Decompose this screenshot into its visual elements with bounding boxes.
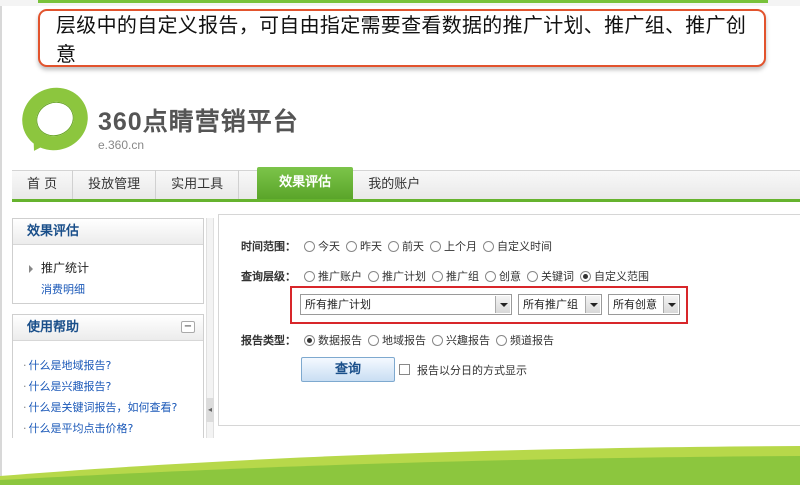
nav-my-account[interactable]: 我的账户 bbox=[353, 170, 435, 199]
nav-performance-eval[interactable]: 效果评估 bbox=[257, 167, 354, 199]
creative-select-value: 所有创意 bbox=[613, 298, 657, 311]
help-link-interest-report[interactable]: 什么是兴趣报告? bbox=[23, 376, 177, 397]
radio-label: 创意 bbox=[499, 270, 521, 283]
daily-view-checkbox[interactable] bbox=[399, 364, 410, 375]
logo-ring-icon bbox=[13, 78, 97, 160]
callout-text: 层级中的自定义报告，可自由指定需要查看数据的推广计划、推广组、推广创意 bbox=[56, 13, 747, 66]
decorative-swoosh bbox=[0, 446, 800, 485]
radio-today[interactable] bbox=[304, 240, 315, 252]
report-form: 时间范围： 今天 昨天 前天 上个月 自定义时间 查询层级： 推广账户 推广计划… bbox=[218, 214, 800, 426]
radio-label: 频道报告 bbox=[510, 334, 554, 347]
collapse-icon[interactable]: − bbox=[181, 321, 195, 333]
radio-label: 数据报告 bbox=[318, 334, 362, 347]
annotation-callout: 层级中的自定义报告，可自由指定需要查看数据的推广计划、推广组、推广创意 bbox=[38, 9, 766, 67]
radio-label: 自定义范围 bbox=[594, 270, 649, 283]
help-panel-header: 使用帮助 − bbox=[13, 315, 203, 341]
logo-url: e.360.cn bbox=[98, 138, 145, 152]
query-button[interactable]: 查询 bbox=[301, 357, 395, 382]
top-strip bbox=[0, 0, 800, 6]
radio-label: 地域报告 bbox=[382, 334, 426, 347]
splitter-collapse-icon[interactable]: ◂ bbox=[206, 398, 214, 422]
query-level-label: 查询层级： bbox=[241, 270, 296, 283]
radio-last-month[interactable] bbox=[430, 240, 441, 252]
group-select-value: 所有推广组 bbox=[523, 298, 578, 311]
radio-account[interactable] bbox=[304, 270, 315, 282]
plan-select-value: 所有推广计划 bbox=[305, 298, 371, 311]
sidebar-link-spend-detail[interactable]: 消费明细 bbox=[41, 281, 85, 297]
nav-home[interactable]: 首 页 bbox=[12, 170, 74, 199]
radio-channel-report[interactable] bbox=[496, 334, 507, 346]
report-type-label: 报告类型： bbox=[241, 334, 296, 347]
creative-select[interactable]: 所有创意 bbox=[608, 294, 680, 315]
help-link-region-report[interactable]: 什么是地域报告? bbox=[23, 355, 177, 376]
daily-view-label: 报告以分日的方式显示 bbox=[417, 364, 527, 377]
brand-logo[interactable]: 360点睛营销平台 e.360.cn bbox=[13, 78, 322, 160]
nav-campaign-management[interactable]: 投放管理 bbox=[73, 170, 157, 199]
query-level-row: 查询层级： 推广账户 推广计划 推广组 创意 关键词 自定义范围 bbox=[241, 268, 651, 284]
help-link-avg-cpc[interactable]: 什么是平均点击价格? bbox=[23, 418, 177, 439]
help-link-keyword-report[interactable]: 什么是关键词报告，如何查看? bbox=[23, 397, 178, 418]
radio-label: 昨天 bbox=[360, 240, 382, 253]
radio-label: 上个月 bbox=[444, 240, 477, 253]
report-type-row: 报告类型： 数据报告 地域报告 兴趣报告 频道报告 bbox=[241, 332, 556, 348]
radio-label: 前天 bbox=[402, 240, 424, 253]
radio-label: 关键词 bbox=[541, 270, 574, 283]
radio-interest-report[interactable] bbox=[432, 334, 443, 346]
chevron-down-icon bbox=[663, 296, 678, 313]
help-panel: 使用帮助 − 什么是地域报告? 什么是兴趣报告? 什么是关键词报告，如何查看? … bbox=[12, 314, 204, 438]
time-range-row: 时间范围： 今天 昨天 前天 上个月 自定义时间 bbox=[241, 238, 554, 254]
radio-data-report[interactable] bbox=[304, 334, 315, 346]
sidebar-item-promo-stats[interactable]: 推广统计 bbox=[29, 259, 89, 276]
help-panel-title: 使用帮助 bbox=[27, 320, 80, 335]
time-range-label: 时间范围： bbox=[241, 240, 296, 253]
radio-label: 今天 bbox=[318, 240, 340, 253]
caret-right-icon bbox=[29, 264, 33, 273]
radio-region-report[interactable] bbox=[368, 334, 379, 346]
radio-label: 推广账户 bbox=[318, 270, 362, 283]
radio-keyword[interactable] bbox=[527, 270, 538, 282]
radio-custom-range[interactable] bbox=[580, 270, 591, 282]
chevron-down-icon bbox=[495, 296, 510, 313]
radio-label: 推广组 bbox=[446, 270, 479, 283]
chevron-down-icon bbox=[585, 296, 600, 313]
nav-tools[interactable]: 实用工具 bbox=[156, 170, 240, 199]
radio-label: 推广计划 bbox=[382, 270, 426, 283]
window-edge bbox=[0, 0, 2, 485]
group-select[interactable]: 所有推广组 bbox=[518, 294, 602, 315]
sidebar-item-label: 推广统计 bbox=[41, 261, 90, 275]
logo-name: 360点睛营销平台 bbox=[98, 108, 299, 136]
radio-creative[interactable] bbox=[485, 270, 496, 282]
radio-label: 兴趣报告 bbox=[446, 334, 490, 347]
radio-day-before[interactable] bbox=[388, 240, 399, 252]
radio-yesterday[interactable] bbox=[346, 240, 357, 252]
plan-select[interactable]: 所有推广计划 bbox=[300, 294, 512, 315]
help-list: 什么是地域报告? 什么是兴趣报告? 什么是关键词报告，如何查看? 什么是平均点击… bbox=[23, 355, 178, 439]
radio-group[interactable] bbox=[432, 270, 443, 282]
radio-custom-time[interactable] bbox=[483, 240, 494, 252]
eval-panel: 效果评估 推广统计 消费明细 bbox=[12, 218, 204, 304]
radio-plan[interactable] bbox=[368, 270, 379, 282]
main-nav: 首 页 投放管理 实用工具 效果评估 我的账户 bbox=[12, 167, 800, 202]
radio-label: 自定义时间 bbox=[497, 240, 552, 253]
eval-panel-title: 效果评估 bbox=[13, 219, 203, 245]
